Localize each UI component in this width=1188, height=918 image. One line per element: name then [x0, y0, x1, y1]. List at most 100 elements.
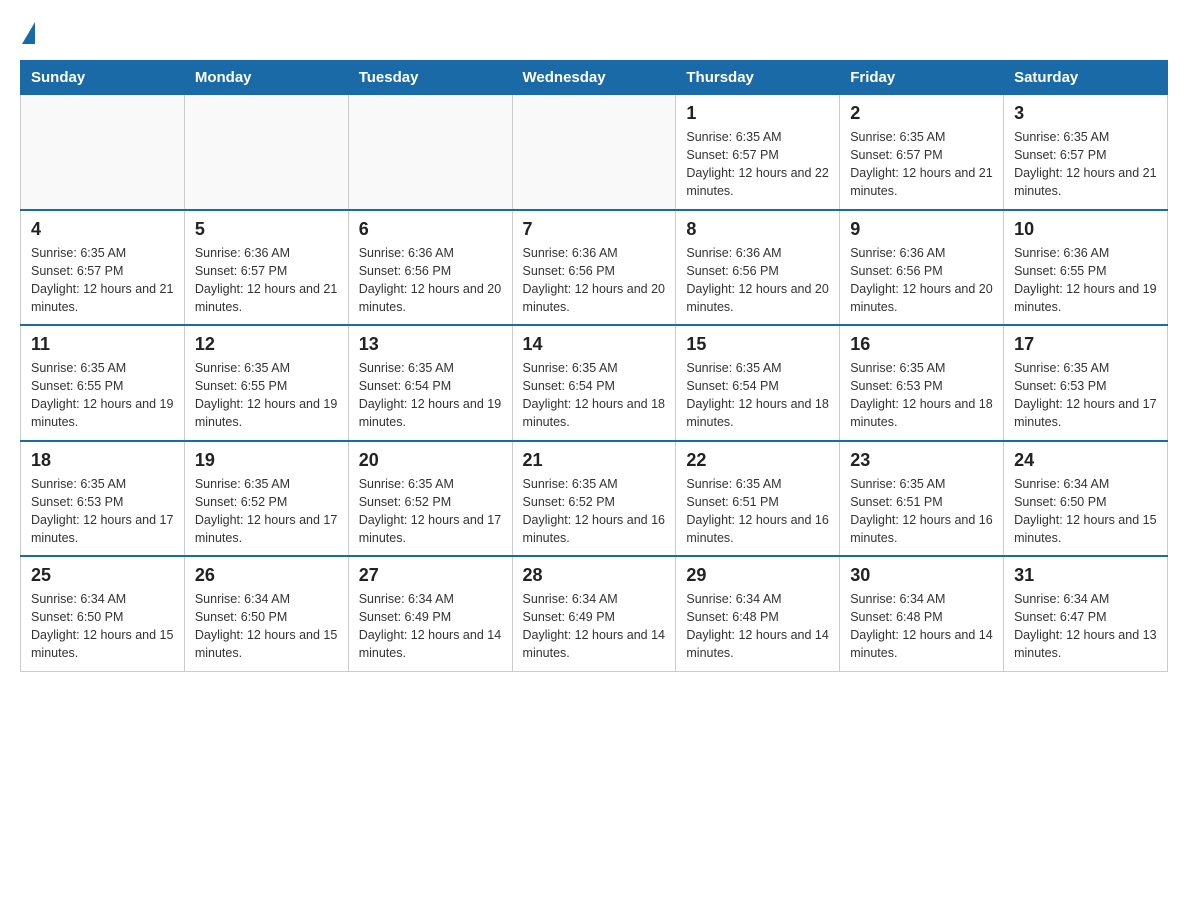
weekday-header-wednesday: Wednesday	[512, 61, 676, 95]
day-info: Sunrise: 6:36 AM Sunset: 6:56 PM Dayligh…	[850, 244, 993, 317]
calendar-day-cell: 14 Sunrise: 6:35 AM Sunset: 6:54 PM Dayli…	[512, 325, 676, 441]
weekday-header-thursday: Thursday	[676, 61, 840, 95]
day-info: Sunrise: 6:35 AM Sunset: 6:57 PM Dayligh…	[1014, 128, 1157, 201]
calendar-day-cell: 26 Sunrise: 6:34 AM Sunset: 6:50 PM Dayli…	[184, 556, 348, 671]
day-number: 3	[1014, 103, 1157, 124]
weekday-header-monday: Monday	[184, 61, 348, 95]
day-info: Sunrise: 6:35 AM Sunset: 6:57 PM Dayligh…	[31, 244, 174, 317]
calendar-day-cell: 31Sunrise: 6:34 AM Sunset: 6:47 PM Dayli…	[1004, 556, 1168, 671]
day-number: 2	[850, 103, 993, 124]
day-info: Sunrise: 6:34 AM Sunset: 6:50 PM Dayligh…	[31, 590, 174, 663]
day-info: Sunrise: 6:35 AM Sunset: 6:51 PM Dayligh…	[686, 475, 829, 548]
day-number: 1	[686, 103, 829, 124]
day-number: 16	[850, 334, 993, 355]
day-number: 27	[359, 565, 502, 586]
day-info: Sunrise: 6:36 AM Sunset: 6:56 PM Dayligh…	[686, 244, 829, 317]
calendar-day-cell: 9 Sunrise: 6:36 AM Sunset: 6:56 PM Daylig…	[840, 210, 1004, 326]
calendar-week-row: 25 Sunrise: 6:34 AM Sunset: 6:50 PM Dayli…	[21, 556, 1168, 671]
calendar-day-cell	[512, 95, 676, 210]
day-number: 5	[195, 219, 338, 240]
calendar-day-cell: 15 Sunrise: 6:35 AM Sunset: 6:54 PM Dayli…	[676, 325, 840, 441]
calendar-day-cell: 24Sunrise: 6:34 AM Sunset: 6:50 PM Dayli…	[1004, 441, 1168, 557]
calendar-day-cell: 16 Sunrise: 6:35 AM Sunset: 6:53 PM Dayli…	[840, 325, 1004, 441]
day-info: Sunrise: 6:35 AM Sunset: 6:55 PM Dayligh…	[31, 359, 174, 432]
calendar-day-cell: 30 Sunrise: 6:34 AM Sunset: 6:48 PM Dayli…	[840, 556, 1004, 671]
calendar-week-row: 18 Sunrise: 6:35 AM Sunset: 6:53 PM Dayli…	[21, 441, 1168, 557]
day-number: 12	[195, 334, 338, 355]
calendar-week-row: 11 Sunrise: 6:35 AM Sunset: 6:55 PM Dayli…	[21, 325, 1168, 441]
day-info: Sunrise: 6:35 AM Sunset: 6:54 PM Dayligh…	[686, 359, 829, 432]
day-number: 8	[686, 219, 829, 240]
day-info: Sunrise: 6:35 AM Sunset: 6:53 PM Dayligh…	[31, 475, 174, 548]
day-info: Sunrise: 6:34 AM Sunset: 6:49 PM Dayligh…	[523, 590, 666, 663]
weekday-header-saturday: Saturday	[1004, 61, 1168, 95]
day-number: 28	[523, 565, 666, 586]
day-info: Sunrise: 6:35 AM Sunset: 6:52 PM Dayligh…	[359, 475, 502, 548]
day-number: 22	[686, 450, 829, 471]
day-info: Sunrise: 6:34 AM Sunset: 6:48 PM Dayligh…	[850, 590, 993, 663]
day-number: 9	[850, 219, 993, 240]
day-number: 21	[523, 450, 666, 471]
day-number: 18	[31, 450, 174, 471]
day-info: Sunrise: 6:35 AM Sunset: 6:52 PM Dayligh…	[195, 475, 338, 548]
day-number: 17	[1014, 334, 1157, 355]
calendar-day-cell	[21, 95, 185, 210]
day-number: 29	[686, 565, 829, 586]
day-number: 15	[686, 334, 829, 355]
calendar-table: SundayMondayTuesdayWednesdayThursdayFrid…	[20, 60, 1168, 672]
weekday-header-tuesday: Tuesday	[348, 61, 512, 95]
calendar-day-cell: 8 Sunrise: 6:36 AM Sunset: 6:56 PM Daylig…	[676, 210, 840, 326]
day-number: 6	[359, 219, 502, 240]
day-info: Sunrise: 6:34 AM Sunset: 6:49 PM Dayligh…	[359, 590, 502, 663]
day-info: Sunrise: 6:35 AM Sunset: 6:57 PM Dayligh…	[850, 128, 993, 201]
logo-triangle-icon	[22, 22, 35, 44]
day-info: Sunrise: 6:35 AM Sunset: 6:57 PM Dayligh…	[686, 128, 829, 201]
day-number: 25	[31, 565, 174, 586]
weekday-header-sunday: Sunday	[21, 61, 185, 95]
day-info: Sunrise: 6:35 AM Sunset: 6:53 PM Dayligh…	[850, 359, 993, 432]
calendar-day-cell: 13 Sunrise: 6:35 AM Sunset: 6:54 PM Dayli…	[348, 325, 512, 441]
calendar-day-cell	[184, 95, 348, 210]
calendar-day-cell: 4 Sunrise: 6:35 AM Sunset: 6:57 PM Daylig…	[21, 210, 185, 326]
calendar-day-cell: 21 Sunrise: 6:35 AM Sunset: 6:52 PM Dayli…	[512, 441, 676, 557]
day-info: Sunrise: 6:35 AM Sunset: 6:53 PM Dayligh…	[1014, 359, 1157, 432]
calendar-day-cell: 3 Sunrise: 6:35 AM Sunset: 6:57 PM Daylig…	[1004, 95, 1168, 210]
day-info: Sunrise: 6:34 AM Sunset: 6:48 PM Dayligh…	[686, 590, 829, 663]
calendar-day-cell: 19 Sunrise: 6:35 AM Sunset: 6:52 PM Dayli…	[184, 441, 348, 557]
day-info: Sunrise: 6:35 AM Sunset: 6:54 PM Dayligh…	[359, 359, 502, 432]
calendar-day-cell: 11 Sunrise: 6:35 AM Sunset: 6:55 PM Dayli…	[21, 325, 185, 441]
calendar-day-cell: 6Sunrise: 6:36 AM Sunset: 6:56 PM Daylig…	[348, 210, 512, 326]
calendar-day-cell: 27 Sunrise: 6:34 AM Sunset: 6:49 PM Dayli…	[348, 556, 512, 671]
logo	[20, 20, 35, 40]
calendar-day-cell: 28 Sunrise: 6:34 AM Sunset: 6:49 PM Dayli…	[512, 556, 676, 671]
day-info: Sunrise: 6:36 AM Sunset: 6:57 PM Dayligh…	[195, 244, 338, 317]
day-info: Sunrise: 6:35 AM Sunset: 6:54 PM Dayligh…	[523, 359, 666, 432]
day-number: 14	[523, 334, 666, 355]
day-info: Sunrise: 6:35 AM Sunset: 6:55 PM Dayligh…	[195, 359, 338, 432]
day-number: 20	[359, 450, 502, 471]
weekday-header-friday: Friday	[840, 61, 1004, 95]
day-info: Sunrise: 6:34 AM Sunset: 6:50 PM Dayligh…	[195, 590, 338, 663]
day-number: 4	[31, 219, 174, 240]
day-number: 11	[31, 334, 174, 355]
day-info: Sunrise: 6:35 AM Sunset: 6:52 PM Dayligh…	[523, 475, 666, 548]
day-info: Sunrise: 6:36 AM Sunset: 6:55 PM Dayligh…	[1014, 244, 1157, 317]
calendar-day-cell: 5 Sunrise: 6:36 AM Sunset: 6:57 PM Daylig…	[184, 210, 348, 326]
calendar-day-cell: 2 Sunrise: 6:35 AM Sunset: 6:57 PM Daylig…	[840, 95, 1004, 210]
calendar-day-cell: 22 Sunrise: 6:35 AM Sunset: 6:51 PM Dayli…	[676, 441, 840, 557]
day-number: 10	[1014, 219, 1157, 240]
day-number: 19	[195, 450, 338, 471]
day-info: Sunrise: 6:36 AM Sunset: 6:56 PM Dayligh…	[523, 244, 666, 317]
day-number: 26	[195, 565, 338, 586]
calendar-day-cell: 25 Sunrise: 6:34 AM Sunset: 6:50 PM Dayli…	[21, 556, 185, 671]
day-number: 30	[850, 565, 993, 586]
calendar-day-cell: 1 Sunrise: 6:35 AM Sunset: 6:57 PM Daylig…	[676, 95, 840, 210]
day-number: 13	[359, 334, 502, 355]
day-info: Sunrise: 6:34 AM Sunset: 6:47 PM Dayligh…	[1014, 590, 1157, 663]
page-header	[20, 20, 1168, 40]
calendar-week-row: 4 Sunrise: 6:35 AM Sunset: 6:57 PM Daylig…	[21, 210, 1168, 326]
calendar-day-cell: 17 Sunrise: 6:35 AM Sunset: 6:53 PM Dayli…	[1004, 325, 1168, 441]
calendar-day-cell	[348, 95, 512, 210]
day-number: 23	[850, 450, 993, 471]
calendar-day-cell: 23Sunrise: 6:35 AM Sunset: 6:51 PM Dayli…	[840, 441, 1004, 557]
